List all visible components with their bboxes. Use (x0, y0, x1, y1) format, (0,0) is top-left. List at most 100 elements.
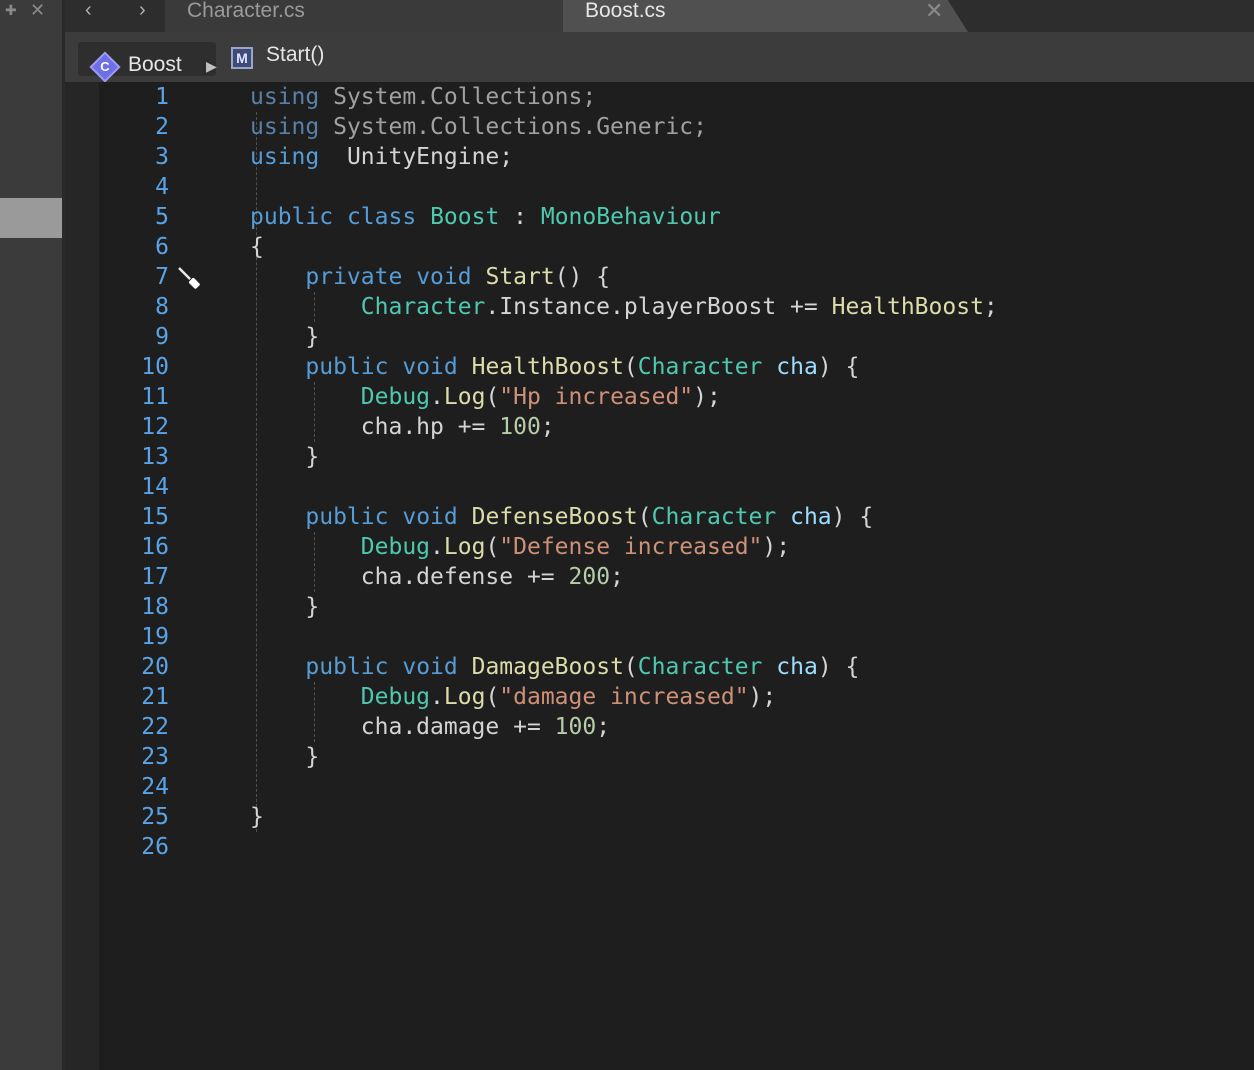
code-text[interactable]: using System.Collections; (250, 82, 596, 112)
code-line[interactable]: 12 cha.hp += 100; (99, 412, 1254, 442)
code-token: using (250, 114, 320, 140)
code-line[interactable]: 13 } (99, 442, 1254, 472)
code-token: . (430, 384, 444, 410)
tab-character-cs[interactable]: Character.cs (165, 0, 625, 32)
code-line[interactable]: 20 public void DamageBoost(Character cha… (99, 652, 1254, 682)
code-text[interactable]: using UnityEngine; (250, 142, 513, 172)
line-number[interactable]: 19 (109, 622, 169, 652)
code-token: ; (540, 414, 555, 440)
close-tab-icon[interactable]: ✕ (925, 0, 943, 24)
code-line[interactable]: 19 (99, 622, 1254, 652)
code-text[interactable]: public void DamageBoost(Character cha) { (250, 652, 859, 682)
line-number[interactable]: 24 (109, 772, 169, 802)
code-text[interactable]: cha.damage += 100; (250, 712, 610, 742)
code-line[interactable]: 8 Character.Instance.playerBoost += Heal… (99, 292, 1254, 322)
line-number[interactable]: 12 (109, 412, 169, 442)
code-token: MonoBehaviour (540, 204, 721, 230)
code-token: class (346, 204, 417, 230)
line-number[interactable]: 7 (109, 262, 169, 292)
code-token: void (402, 504, 458, 530)
code-line[interactable]: 10 public void HealthBoost(Character cha… (99, 352, 1254, 382)
line-number[interactable]: 25 (109, 802, 169, 832)
code-token: HealthBoost (831, 294, 984, 320)
code-token: ) { (817, 354, 860, 380)
code-line[interactable]: 7 private void Start() { (99, 262, 1254, 292)
tab-boost-cs[interactable]: Boost.cs (563, 0, 968, 32)
line-number[interactable]: 26 (109, 832, 169, 862)
code-text[interactable]: { (250, 232, 264, 262)
code-line[interactable]: 3 using UnityEngine; (99, 142, 1254, 172)
line-number[interactable]: 20 (109, 652, 169, 682)
line-number[interactable]: 22 (109, 712, 169, 742)
code-line[interactable]: 18 } (99, 592, 1254, 622)
line-number[interactable]: 4 (109, 172, 169, 202)
code-line[interactable]: 14 (99, 472, 1254, 502)
code-text[interactable]: private void Start() { (250, 262, 610, 292)
back-arrow-icon[interactable]: ‹ (85, 0, 92, 20)
code-token: cha (790, 504, 832, 530)
line-number[interactable]: 18 (109, 592, 169, 622)
breadcrumb: C Boost ▶ M Start() (65, 32, 1254, 83)
code-text[interactable]: Debug.Log("damage increased"); (250, 682, 776, 712)
dock-selected-item[interactable] (0, 198, 62, 238)
code-editor[interactable]: 1 using System.Collections; 2 using System.… (99, 82, 1254, 1070)
code-text[interactable]: } (250, 322, 319, 352)
line-number[interactable]: 21 (109, 682, 169, 712)
line-number[interactable]: 3 (109, 142, 169, 172)
code-line[interactable]: 15 public void DefenseBoost(Character ch… (99, 502, 1254, 532)
code-text[interactable]: } (250, 742, 319, 772)
code-text[interactable]: } (250, 802, 264, 832)
code-line[interactable]: 22 cha.damage += 100; (99, 712, 1254, 742)
line-number[interactable]: 10 (109, 352, 169, 382)
code-line[interactable]: 25} (99, 802, 1254, 832)
line-number[interactable]: 15 (109, 502, 169, 532)
code-line[interactable]: 11 Debug.Log("Hp increased"); (99, 382, 1254, 412)
code-line[interactable]: 9 } (99, 322, 1254, 352)
editor-gutter[interactable] (65, 82, 99, 1070)
line-number[interactable]: 2 (109, 112, 169, 142)
line-number[interactable]: 8 (109, 292, 169, 322)
line-number[interactable]: 13 (109, 442, 169, 472)
breadcrumb-method-name[interactable]: Start() (266, 43, 324, 67)
line-number[interactable]: 23 (109, 742, 169, 772)
code-line[interactable]: 23 } (99, 742, 1254, 772)
line-number[interactable]: 9 (109, 322, 169, 352)
code-line[interactable]: 16 Debug.Log("Defense increased"); (99, 532, 1254, 562)
line-number[interactable]: 17 (109, 562, 169, 592)
code-text[interactable]: public void DefenseBoost(Character cha) … (250, 502, 873, 532)
code-line[interactable]: 4 (99, 172, 1254, 202)
code-text[interactable]: using System.Collections.Generic; (250, 112, 707, 142)
code-line[interactable]: 24 (99, 772, 1254, 802)
code-text[interactable]: } (250, 592, 319, 622)
code-text[interactable]: Debug.Log("Defense increased"); (250, 532, 790, 562)
code-text[interactable]: public void HealthBoost(Character cha) { (250, 352, 859, 382)
code-line[interactable]: 1 using System.Collections; (99, 82, 1254, 112)
code-text[interactable]: } (250, 442, 319, 472)
code-text[interactable]: Character.Instance.playerBoost += Health… (250, 292, 998, 322)
code-line[interactable]: 6{ (99, 232, 1254, 262)
line-number[interactable]: 16 (109, 532, 169, 562)
code-text[interactable]: Debug.Log("Hp increased"); (250, 382, 721, 412)
code-line[interactable]: 2 using System.Collections.Generic; (99, 112, 1254, 142)
code-line[interactable]: 26 (99, 832, 1254, 862)
code-line[interactable]: 5 public class Boost : MonoBehaviour (99, 202, 1254, 232)
chevron-right-icon: ▶ (206, 58, 217, 74)
line-number[interactable]: 1 (109, 82, 169, 112)
pin-icon[interactable]: ✚ (5, 2, 17, 19)
line-number[interactable]: 14 (109, 472, 169, 502)
forward-arrow-icon[interactable]: › (139, 0, 146, 20)
code-text[interactable]: cha.defense += 200; (250, 562, 624, 592)
code-line[interactable]: 17 cha.defense += 200; (99, 562, 1254, 592)
code-line[interactable]: 21 Debug.Log("damage increased"); (99, 682, 1254, 712)
breadcrumb-class[interactable]: C Boost ▶ (78, 42, 217, 83)
code-text[interactable]: cha.hp += 100; (250, 412, 555, 442)
line-number[interactable]: 5 (109, 202, 169, 232)
code-text[interactable]: public class Boost : MonoBehaviour (250, 202, 721, 232)
line-number[interactable]: 11 (109, 382, 169, 412)
line-number[interactable]: 6 (109, 232, 169, 262)
close-panel-icon[interactable]: ✕ (30, 0, 45, 21)
